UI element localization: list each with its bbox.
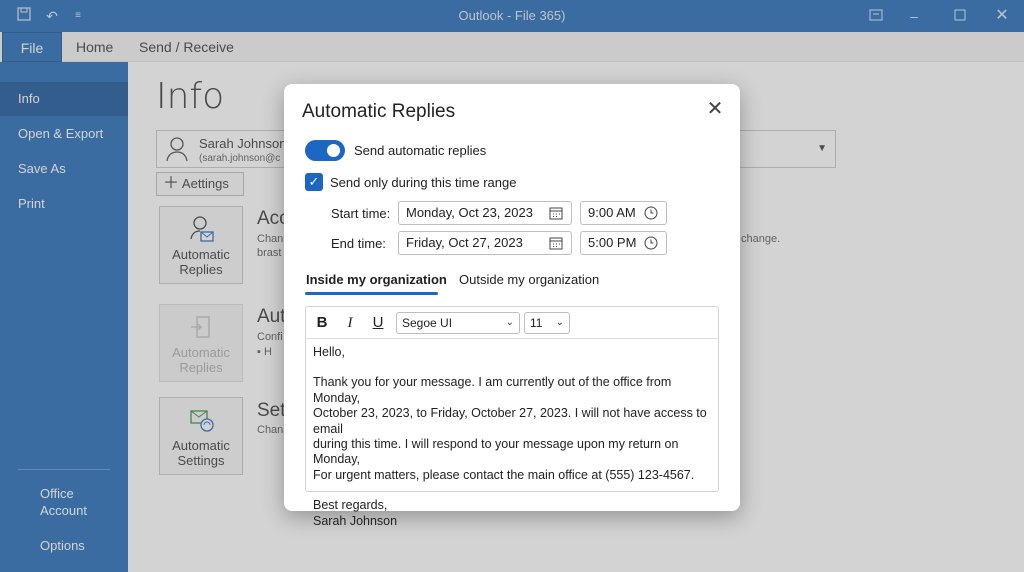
checkmark-icon: ✓: [308, 174, 320, 189]
close-icon[interactable]: ✕: [706, 99, 724, 119]
message-line: October 23, 2023, to Friday, October 27,…: [313, 406, 707, 436]
chevron-down-icon: ⌄: [555, 317, 564, 328]
italic-button[interactable]: I: [340, 313, 360, 333]
end-time-label: End time:: [331, 236, 386, 251]
checkbox-label: Send only during this time range: [330, 175, 517, 190]
end-date-picker[interactable]: Friday, Oct 27, 2023: [398, 231, 572, 255]
start-date-value: Monday, Oct 23, 2023: [406, 205, 533, 220]
dialog-title: Automatic Replies: [302, 101, 456, 122]
clock-icon: [644, 205, 660, 221]
message-editor[interactable]: B I U Segoe UI ⌄ 11 ⌄ Hello, Thank you f…: [305, 306, 719, 528]
tab-inside-organization[interactable]: Inside my organization: [306, 272, 447, 287]
message-closing: Best regards,: [313, 498, 388, 513]
start-date-picker[interactable]: Monday, Oct 23, 2023: [398, 201, 572, 225]
start-time-picker[interactable]: 9:00 AM: [580, 201, 667, 225]
active-tab-indicator: [305, 292, 438, 295]
calendar-icon: [549, 235, 565, 251]
bold-button[interactable]: B: [312, 313, 332, 333]
calendar-icon: [549, 205, 565, 221]
send-automatic-replies-toggle[interactable]: [305, 140, 345, 161]
end-time-value: 5:00 PM: [588, 235, 637, 250]
message-line: For urgent matters, please contact the m…: [313, 467, 695, 482]
underline-button[interactable]: U: [368, 313, 388, 333]
message-line: Thank you for your message. I am current…: [313, 375, 672, 405]
font-family-select[interactable]: Segoe UI ⌄: [396, 312, 520, 334]
end-date-value: Friday, Oct 27, 2023: [406, 235, 523, 250]
time-range-checkbox[interactable]: ✓: [305, 173, 323, 191]
end-time-picker[interactable]: 5:00 PM: [580, 231, 667, 255]
font-size-select[interactable]: 11 ⌄: [524, 312, 570, 334]
tab-outside-organization[interactable]: Outside my organization: [459, 272, 599, 287]
automatic-replies-dialog: Automatic Replies ✕ Send automatic repli…: [284, 84, 740, 528]
clock-icon: [644, 235, 660, 251]
editor-toolbar: B I U Segoe UI ⌄ 11 ⌄: [306, 307, 718, 339]
start-time-value: 9:00 AM: [588, 205, 636, 220]
font-family-value: Segoe UI: [402, 316, 453, 330]
message-line: during this time. I will respond to your…: [313, 437, 679, 467]
chevron-down-icon: ⌄: [505, 317, 514, 328]
message-body[interactable]: Hello, Thank you for your message. I am …: [313, 345, 713, 529]
start-time-label: Start time:: [331, 206, 391, 221]
toggle-knob: [327, 144, 340, 157]
message-greeting: Hello,: [313, 345, 345, 359]
toggle-label: Send automatic replies: [354, 143, 487, 158]
message-signature: Sarah Johnson: [313, 513, 398, 528]
font-size-value: 11: [530, 316, 543, 330]
